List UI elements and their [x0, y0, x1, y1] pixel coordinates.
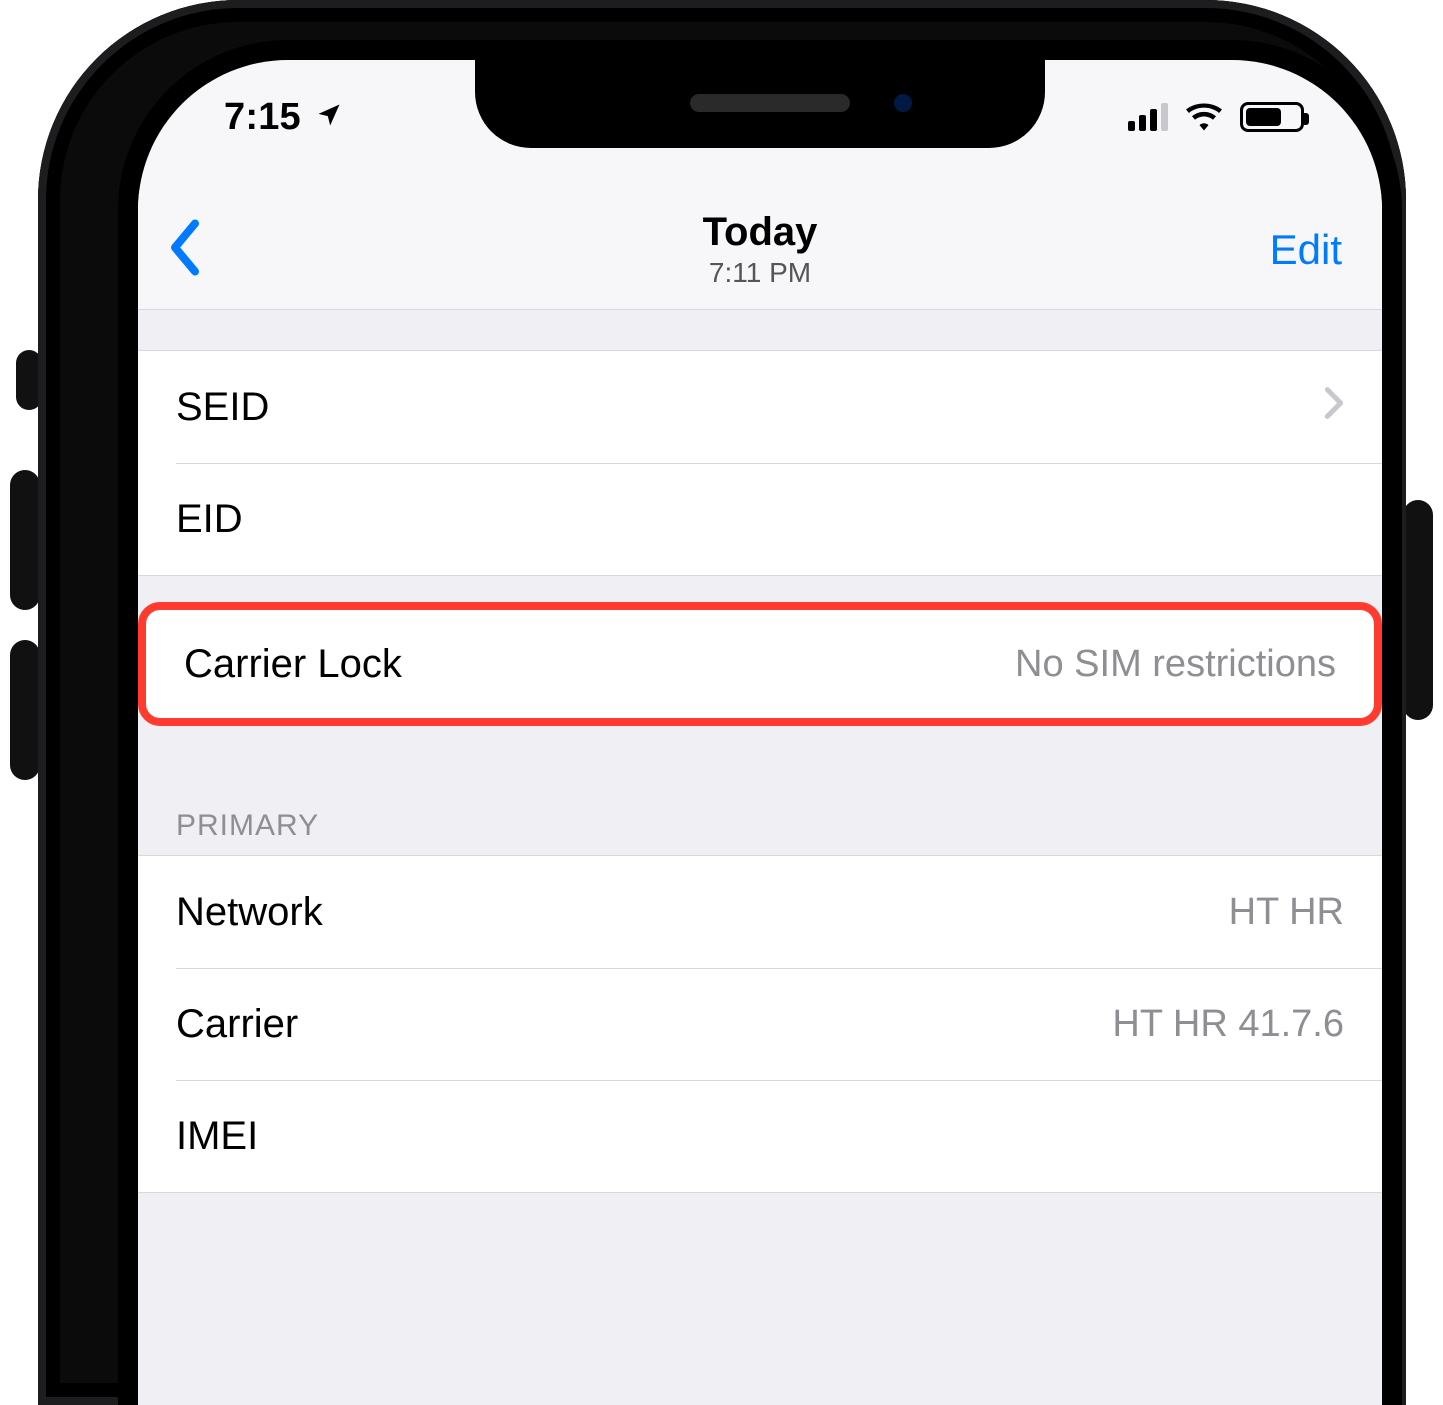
volume-down-button	[10, 640, 40, 780]
row-value: No SIM restrictions	[1015, 643, 1336, 686]
row-seid[interactable]: SEID	[138, 351, 1382, 463]
row-label: Carrier	[176, 1002, 298, 1047]
status-right	[1128, 102, 1304, 132]
nav-bar: Today 7:11 PM Edit	[138, 190, 1382, 310]
phone-screen: 7:15	[138, 60, 1382, 1405]
wifi-icon	[1186, 103, 1222, 131]
nav-subtitle: 7:11 PM	[703, 257, 818, 289]
group-identifiers: SEID EID	[138, 351, 1382, 575]
row-value: HT HR	[1229, 891, 1344, 934]
speaker-grill	[690, 94, 850, 112]
battery-fill	[1246, 108, 1281, 126]
battery-icon	[1240, 102, 1304, 132]
row-eid[interactable]: EID	[138, 463, 1382, 575]
row-label: IMEI	[176, 1114, 258, 1159]
nav-title-group: Today 7:11 PM	[703, 210, 818, 289]
status-left: 7:15	[224, 96, 343, 139]
phone-body: 7:15	[38, 0, 1406, 1405]
section-gap	[138, 726, 1382, 796]
row-carrier[interactable]: Carrier HT HR 41.7.6	[138, 968, 1382, 1080]
content-scroll[interactable]: SEID EID	[138, 310, 1382, 1405]
front-camera-icon	[890, 90, 916, 116]
group-primary: Network HT HR Carrier HT HR 41.7.6 IMEI	[138, 856, 1382, 1192]
row-carrier-lock[interactable]: Carrier Lock No SIM restrictions	[146, 610, 1374, 718]
notch	[475, 60, 1045, 148]
cellular-signal-icon	[1128, 103, 1168, 131]
row-network[interactable]: Network HT HR	[138, 856, 1382, 968]
chevron-right-icon	[1324, 385, 1344, 430]
row-label: SEID	[176, 385, 269, 430]
row-label: Carrier Lock	[184, 642, 402, 687]
nav-title: Today	[703, 210, 818, 255]
phone-bezel: 7:15	[118, 40, 1402, 1405]
row-label: Network	[176, 890, 323, 935]
row-label: EID	[176, 497, 243, 542]
separator	[138, 1192, 1382, 1193]
separator	[138, 575, 1382, 576]
stage: 7:15	[0, 0, 1443, 1405]
group-carrier-lock-highlight: Carrier Lock No SIM restrictions	[138, 602, 1382, 726]
row-value: HT HR 41.7.6	[1112, 1003, 1344, 1046]
section-header-primary: PRIMARY	[138, 796, 1382, 856]
row-imei[interactable]: IMEI	[138, 1080, 1382, 1192]
side-button	[1403, 500, 1433, 720]
back-button[interactable]	[168, 219, 202, 280]
location-arrow-icon	[315, 96, 343, 139]
volume-up-button	[10, 470, 40, 610]
edit-button[interactable]: Edit	[1270, 226, 1342, 274]
status-time: 7:15	[224, 96, 301, 139]
